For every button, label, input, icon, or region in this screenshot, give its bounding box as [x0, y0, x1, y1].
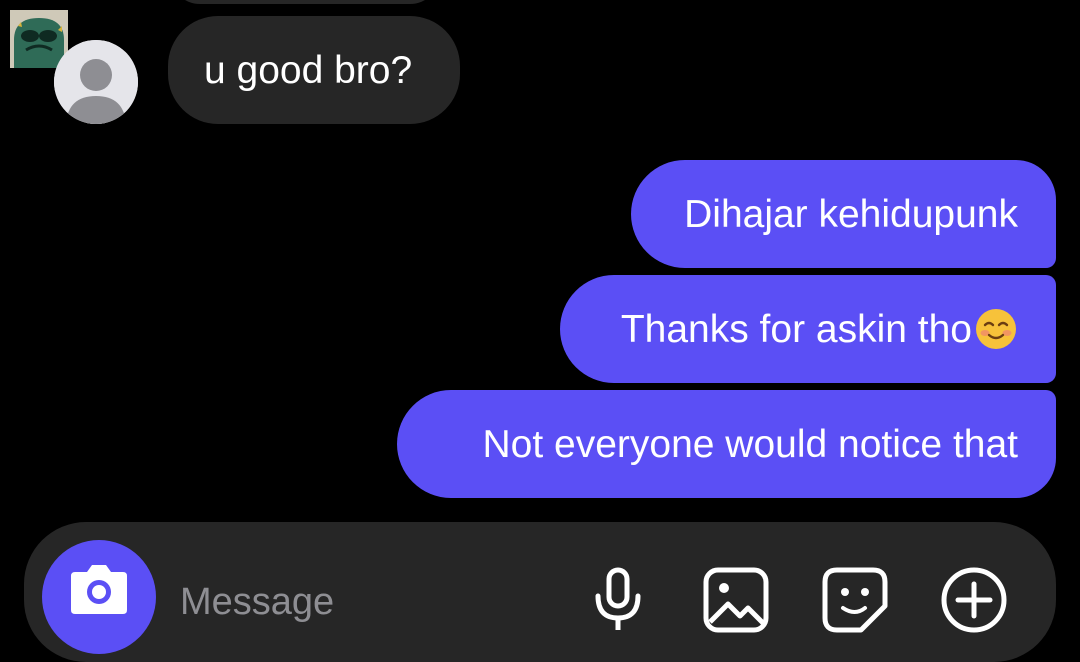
avatar[interactable] [54, 40, 138, 124]
message-composer [24, 522, 1056, 662]
sticker-icon[interactable] [821, 566, 889, 634]
outgoing-message-bubble[interactable]: Thanks for askin tho [560, 275, 1056, 383]
message-text: Not everyone would notice that [482, 422, 1019, 466]
message-text: u good bro? [204, 48, 413, 92]
previous-message-bubble-edge [170, 0, 440, 4]
message-text: Dihajar kehidupunk [684, 192, 1018, 236]
outgoing-message-bubble[interactable]: Dihajar kehidupunk [631, 160, 1056, 268]
message-input[interactable] [180, 572, 560, 632]
incoming-message-bubble[interactable]: u good bro? [168, 16, 460, 124]
plus-icon[interactable] [940, 566, 1008, 634]
message-text: Thanks for askin tho [620, 307, 972, 351]
microphone-icon[interactable] [584, 566, 652, 634]
outgoing-message-bubble[interactable]: Not everyone would notice that [397, 390, 1056, 498]
camera-button[interactable] [42, 540, 156, 654]
gallery-icon[interactable] [702, 566, 770, 634]
camera-icon [71, 565, 127, 614]
smiling-face-icon [974, 307, 1018, 351]
